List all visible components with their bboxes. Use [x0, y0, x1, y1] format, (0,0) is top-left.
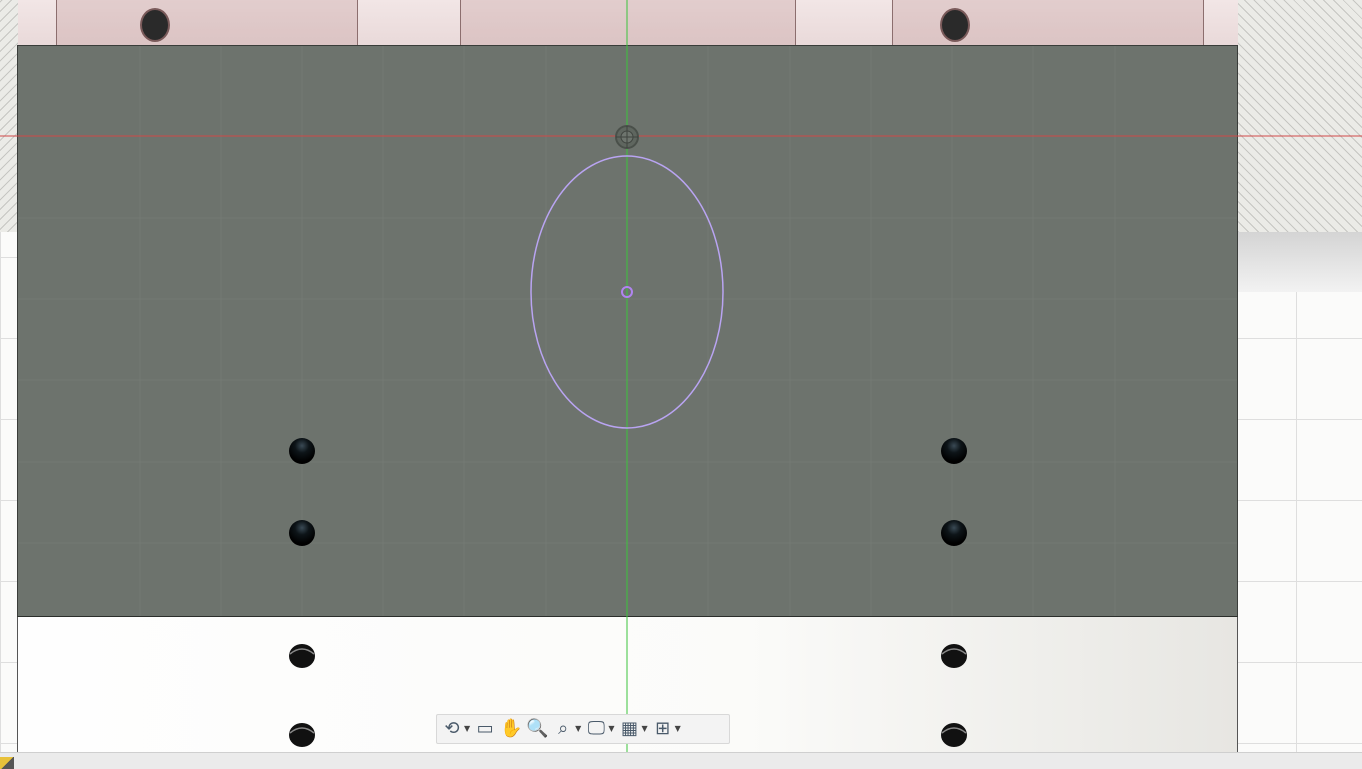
chevron-down-icon[interactable]: ▼ [675, 716, 681, 742]
hole [941, 520, 967, 546]
zoom-icon: 🔍 [526, 718, 549, 739]
grid-snaps-button[interactable]: ▦ ▼ [618, 716, 648, 742]
status-bar [0, 752, 1362, 769]
orbit-button[interactable]: ⟲ ▼ [441, 716, 470, 742]
canvas-viewport[interactable]: ⟲ ▼ ▭ ✋ 🔍 ⌕ ▼ 🖵 ▼ ▦ ▼ ⊞ ▼ [0, 0, 1362, 752]
navigation-toolbar: ⟲ ▼ ▭ ✋ 🔍 ⌕ ▼ 🖵 ▼ ▦ ▼ ⊞ ▼ [436, 714, 730, 744]
viewports-icon: ⊞ [655, 718, 671, 739]
fit-icon: ⌕ [558, 718, 569, 739]
orbit-icon: ⟲ [444, 718, 460, 739]
origin-point-icon [615, 125, 639, 149]
hole [289, 520, 315, 546]
zoom-button[interactable]: 🔍 [526, 716, 548, 742]
hole [289, 438, 315, 464]
hole [941, 438, 967, 464]
chevron-down-icon[interactable]: ▼ [575, 716, 581, 742]
folder-icon[interactable] [0, 757, 14, 769]
fit-button[interactable]: ⌕ ▼ [552, 716, 581, 742]
chevron-down-icon[interactable]: ▼ [641, 716, 647, 742]
chevron-down-icon[interactable]: ▼ [608, 716, 614, 742]
sketch-overlay [0, 0, 1362, 752]
chevron-down-icon[interactable]: ▼ [464, 716, 470, 742]
pan-button[interactable]: ✋ [500, 716, 522, 742]
display-settings-button[interactable]: 🖵 ▼ [585, 716, 615, 742]
grid-snaps-icon: ▦ [620, 718, 638, 739]
look-at-button[interactable]: ▭ [474, 716, 496, 742]
look-at-icon: ▭ [476, 718, 494, 739]
viewports-button[interactable]: ⊞ ▼ [652, 716, 681, 742]
pan-icon: ✋ [500, 718, 523, 739]
display-settings-icon: 🖵 [587, 718, 605, 739]
